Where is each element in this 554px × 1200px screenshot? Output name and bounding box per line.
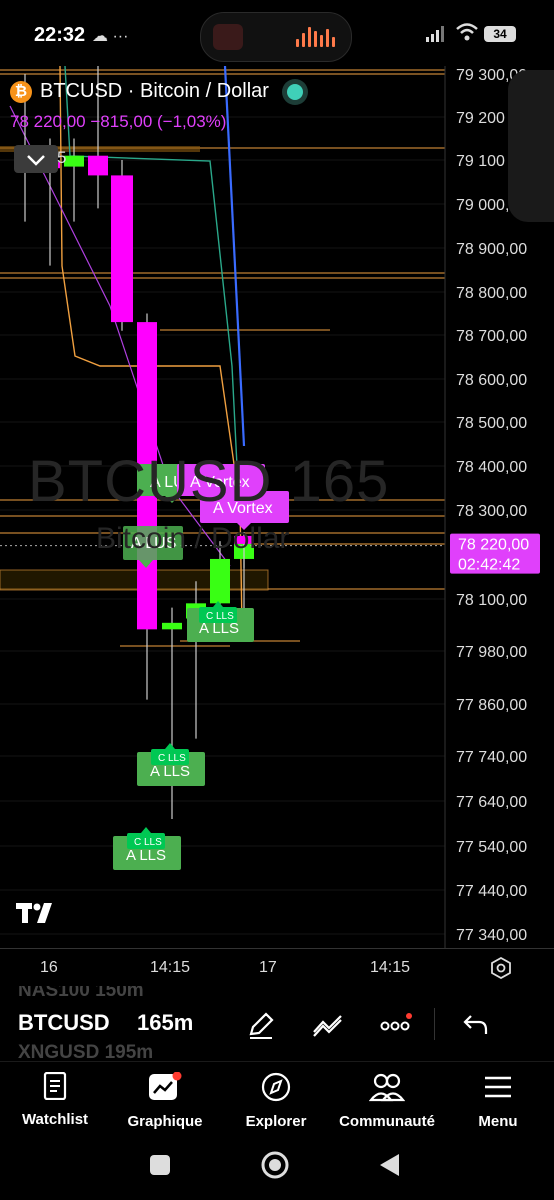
- nav-explorer[interactable]: Explorer: [221, 1072, 331, 1130]
- more-dots-icon[interactable]: [380, 1010, 412, 1040]
- current-symbol[interactable]: BTCUSD: [18, 1010, 110, 1036]
- watchlist-icon: [43, 1071, 67, 1101]
- nav-menu[interactable]: Menu: [443, 1072, 553, 1130]
- tradingview-logo-icon[interactable]: [16, 903, 60, 927]
- system-nav-bar: [0, 1142, 554, 1200]
- nav-graphique[interactable]: Graphique: [110, 1071, 220, 1130]
- symbol-switcher[interactable]: NAS100 150m BTCUSD 165m XNGUSD 195m: [0, 986, 554, 1060]
- nav-label: Watchlist: [21, 1111, 89, 1128]
- time-label: 14:15: [150, 959, 191, 976]
- time-label: 14:15: [370, 959, 411, 976]
- dynamic-island[interactable]: [200, 12, 352, 62]
- drawing-tools-icon[interactable]: [311, 1010, 345, 1040]
- chevron-down-icon: [27, 155, 45, 166]
- clock: 22:32: [34, 24, 86, 46]
- time-label: 17: [259, 959, 277, 976]
- nav-label: Menu: [478, 1113, 518, 1130]
- recents-icon[interactable]: [149, 1154, 171, 1176]
- indicator-count: 5: [57, 148, 67, 167]
- status-bar: 22:32 ☁ ··· 34: [0, 0, 554, 66]
- candle-body: [111, 175, 133, 323]
- candle-body: [210, 558, 230, 604]
- price-change: 78 220,00 −815,00 (−1,03%): [10, 112, 227, 131]
- bitcoin-icon: ₿: [10, 80, 32, 103]
- price-label: 78 800,00: [456, 285, 527, 302]
- audio-wave-icon: [296, 27, 335, 47]
- candle-body: [162, 622, 182, 630]
- current-interval[interactable]: 165m: [137, 1010, 193, 1036]
- camera-overlay: [508, 70, 554, 222]
- price-label: 78 100,00: [456, 592, 527, 609]
- watermark-description: Bitcoin / Dollar: [96, 522, 290, 555]
- a-lls-label-2[interactable]: C LLS A LLS: [137, 743, 205, 786]
- price-label: 77 340,00: [456, 927, 527, 944]
- toolbar-divider: [434, 1008, 435, 1040]
- nav-watchlist[interactable]: Watchlist: [0, 1071, 110, 1128]
- candle-body: [64, 155, 84, 167]
- nav-label: Communauté: [339, 1113, 435, 1130]
- svg-text:A LLS: A LLS: [199, 620, 239, 637]
- blue-indicator-line: [223, 66, 246, 447]
- nav-label: Explorer: [245, 1113, 307, 1130]
- compass-icon: [261, 1072, 291, 1102]
- price-label: 79 200: [456, 110, 505, 127]
- price-label: 77 540,00: [456, 839, 527, 856]
- price-label: 77 440,00: [456, 883, 527, 900]
- prev-symbol[interactable]: NAS100 150m: [18, 986, 144, 1002]
- time-label: 16: [40, 959, 58, 976]
- hamburger-icon: [485, 1076, 511, 1098]
- price-label: 77 740,00: [456, 749, 527, 766]
- symbol-title[interactable]: BTCUSD · Bitcoin / Dollar: [40, 80, 269, 103]
- price-label: 78 600,00: [456, 372, 527, 389]
- price-label: 79 100: [456, 153, 505, 170]
- price-label: 78 900,00: [456, 241, 527, 258]
- price-label: 77 980,00: [456, 644, 527, 661]
- svg-text:A LLS: A LLS: [150, 763, 190, 780]
- price-label: 78 700,00: [456, 328, 527, 345]
- home-icon[interactable]: [260, 1150, 290, 1180]
- price-label: 79 000,: [456, 197, 509, 214]
- next-symbol[interactable]: XNGUSD 195m: [18, 1042, 153, 1060]
- countdown-label: 02:42:42: [458, 557, 520, 574]
- community-icon: [368, 1073, 406, 1102]
- time-axis[interactable]: 16 14:15 17 14:15: [0, 948, 554, 985]
- settings-hexagon-icon[interactable]: [490, 957, 512, 979]
- chart-icon: [149, 1071, 182, 1100]
- price-label: 77 860,00: [456, 697, 527, 714]
- candles: [15, 66, 254, 819]
- symbol-header[interactable]: ₿ BTCUSD · Bitcoin / Dollar: [10, 80, 303, 103]
- signal-icon: [426, 26, 444, 42]
- back-icon[interactable]: [378, 1152, 402, 1178]
- price-label: 78 300,00: [456, 503, 527, 520]
- candle-body: [88, 155, 108, 176]
- nav-communaute[interactable]: Communauté: [332, 1072, 442, 1130]
- price-label: 78 500,00: [456, 415, 527, 432]
- a-lls-label-3[interactable]: C LLS A LLS: [113, 827, 181, 870]
- current-price-label: 78 220,00: [458, 537, 529, 554]
- wifi-icon: [456, 23, 478, 41]
- pencil-icon[interactable]: [246, 1010, 276, 1040]
- indicators-collapse-button[interactable]: [14, 145, 58, 173]
- nav-label: Graphique: [127, 1113, 203, 1130]
- notification-icons: ☁ ···: [92, 28, 129, 45]
- market-open-icon: [286, 83, 303, 100]
- undo-icon[interactable]: [462, 1010, 490, 1038]
- price-label: 77 640,00: [456, 794, 527, 811]
- svg-text:A LLS: A LLS: [126, 847, 166, 864]
- media-thumbnail-icon: [213, 24, 243, 50]
- price-label: 78 400,00: [456, 459, 527, 476]
- watermark-symbol: BTCUSD 165: [28, 449, 390, 514]
- battery-icon: 34: [484, 26, 516, 42]
- bottom-nav: Watchlist Graphique Explorer Communauté: [0, 1061, 554, 1142]
